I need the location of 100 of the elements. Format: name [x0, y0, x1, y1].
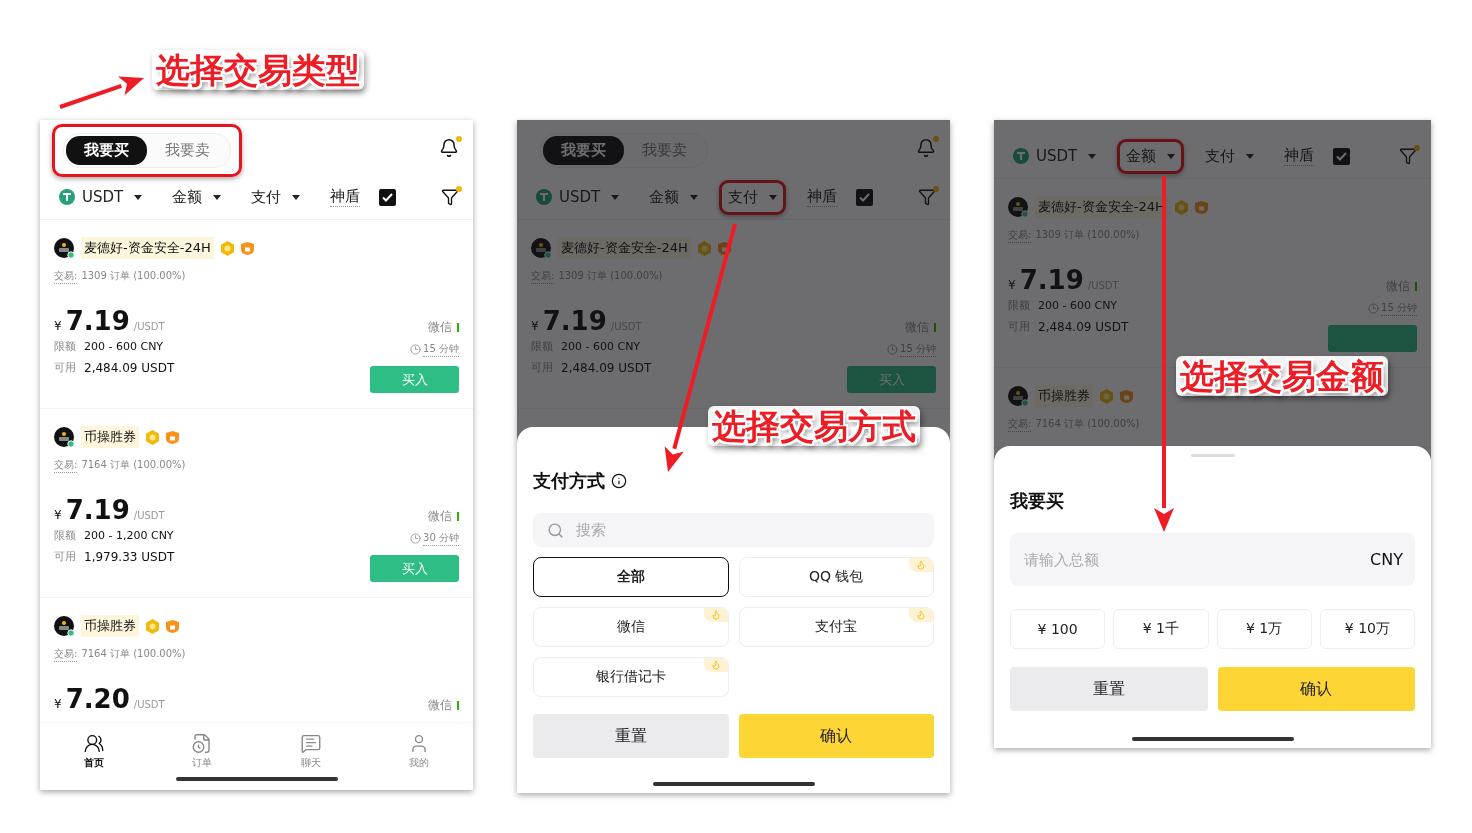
checkbox[interactable] [1333, 147, 1351, 165]
caret-icon [213, 194, 222, 200]
price-unit: /USDT [133, 321, 165, 332]
nav-tab[interactable]: 首页 [76, 723, 113, 771]
payment-method: 微信 [428, 318, 452, 336]
filter-icon[interactable] [441, 188, 459, 206]
payment-option[interactable]: 支付宝 [738, 607, 934, 647]
tab[interactable]: 我要买 [66, 136, 147, 165]
amount-input[interactable]: 请输入总额 [1022, 549, 1371, 570]
currency-symbol: ¥ [1008, 278, 1016, 292]
annotation-text: 选择交易方式 [708, 406, 920, 446]
amount-preset[interactable]: ¥ 1千 [1113, 609, 1209, 649]
coin-dropdown[interactable]: USDT [50, 180, 152, 214]
limit-label: 限额 [54, 339, 76, 354]
payment-method: 微信 [428, 696, 452, 714]
trades-label: 交易: [54, 457, 78, 473]
available-label: 可用 [54, 360, 76, 375]
nav-tab[interactable]: 聊天 [292, 723, 329, 771]
medal-icon [219, 240, 235, 256]
search-input[interactable]: 搜索 [574, 520, 920, 540]
price: 7.19 [1019, 265, 1084, 295]
nav-tab[interactable]: 我的 [400, 723, 437, 771]
payment-option[interactable]: QQ 钱包 [738, 557, 934, 597]
medal-icon [1099, 388, 1114, 404]
checkmark-icon [859, 192, 871, 202]
sheet-title: 支付方式 [533, 469, 605, 493]
currency-symbol: ¥ [54, 697, 62, 711]
reset-button[interactable]: 重置 [1010, 667, 1208, 711]
caret-icon [1246, 153, 1255, 159]
currency-symbol: ¥ [531, 319, 539, 333]
merchant-name[interactable]: 麦德好-资金安全-24H [81, 237, 214, 259]
lock-badge-icon [240, 241, 254, 255]
clock-icon [1368, 302, 1380, 314]
annotation-text: 选择交易金额 [1176, 356, 1388, 396]
price: 7.19 [65, 495, 130, 525]
payment-option[interactable]: 银行借记卡 [533, 657, 729, 697]
lock-badge-icon [166, 619, 179, 633]
flame-icon [909, 558, 933, 572]
limit-value: 200 - 600 CNY [84, 340, 164, 353]
nav-tab[interactable]: 订单 [184, 723, 221, 771]
time-limit: 15 分钟 [423, 341, 459, 357]
clock-icon [410, 343, 422, 355]
caret-icon [769, 194, 778, 200]
clock-icon [410, 532, 422, 544]
clock-icon [887, 343, 899, 355]
currency-symbol: ¥ [54, 319, 62, 333]
checkbox[interactable] [856, 188, 874, 206]
filter-toggle[interactable]: 神盾 [321, 179, 406, 215]
available-value: 2,484.09 USDT [84, 360, 175, 375]
payment-option[interactable]: 微信 [533, 607, 729, 647]
flame-icon [703, 658, 728, 672]
caret-icon [134, 194, 143, 200]
sheet-title: 我要买 [1010, 489, 1064, 513]
merchant-name[interactable]: 币操胜券 [81, 426, 139, 448]
tether-coin-icon [1013, 148, 1029, 164]
checkbox[interactable] [379, 188, 397, 206]
trades-count: 7164 订单 (100.00%) [81, 458, 186, 472]
medal-icon [1173, 199, 1189, 215]
trades-count: 1309 订单 (100.00%) [81, 269, 186, 283]
limit-value: 200 - 1,200 CNY [84, 529, 174, 542]
filter-dropdown[interactable]: 支付 [242, 179, 310, 215]
time-limit: 30 分钟 [423, 530, 459, 546]
filter-dropdown[interactable]: 金额 [1117, 138, 1185, 174]
price: 7.20 [65, 684, 130, 714]
confirm-button[interactable]: 确认 [738, 714, 934, 758]
reset-button[interactable]: 重置 [533, 714, 729, 758]
limit-value: 200 - 600 CNY [561, 340, 641, 353]
limit-value: 200 - 600 CNY [1038, 299, 1118, 312]
confirm-button[interactable]: 确认 [1217, 667, 1415, 711]
sheet-handle [1190, 454, 1235, 457]
amount-preset[interactable]: ¥ 10万 [1319, 609, 1415, 649]
flame-icon [909, 608, 933, 622]
tether-coin-icon [59, 189, 75, 205]
tab[interactable]: 我要卖 [147, 136, 228, 165]
lock-badge-icon [1194, 200, 1208, 214]
caret-icon [690, 194, 699, 200]
search-bar[interactable]: 搜索 [533, 513, 934, 547]
tab[interactable]: 我要买 [543, 136, 624, 165]
checkmark-icon [1336, 151, 1348, 161]
caret-icon [611, 194, 620, 200]
trades-label: 交易: [54, 268, 78, 284]
price-unit: /USDT [133, 699, 165, 710]
merchant-name[interactable]: 币操胜券 [81, 615, 139, 637]
price-unit: /USDT [133, 510, 165, 521]
caret-icon [1088, 153, 1097, 159]
available-value: 2,484.09 USDT [561, 360, 652, 375]
filter-dropdown[interactable]: 金额 [163, 179, 231, 215]
medal-icon [145, 429, 160, 445]
payment-option[interactable]: 全部 [533, 557, 729, 597]
price: 7.19 [542, 306, 607, 336]
available-label: 可用 [54, 549, 76, 564]
caret-icon [292, 194, 301, 200]
lock-badge-icon [717, 241, 731, 255]
amount-preset[interactable]: ¥ 1万 [1216, 609, 1312, 649]
medal-icon [696, 240, 712, 256]
amount-field[interactable]: 请输入总额 CNY [1010, 533, 1415, 586]
filter-dropdown[interactable]: 金额 [640, 179, 708, 215]
bell-icon[interactable] [439, 137, 459, 158]
amount-preset[interactable]: ¥ 100 [1010, 609, 1106, 649]
search-icon [547, 521, 564, 539]
